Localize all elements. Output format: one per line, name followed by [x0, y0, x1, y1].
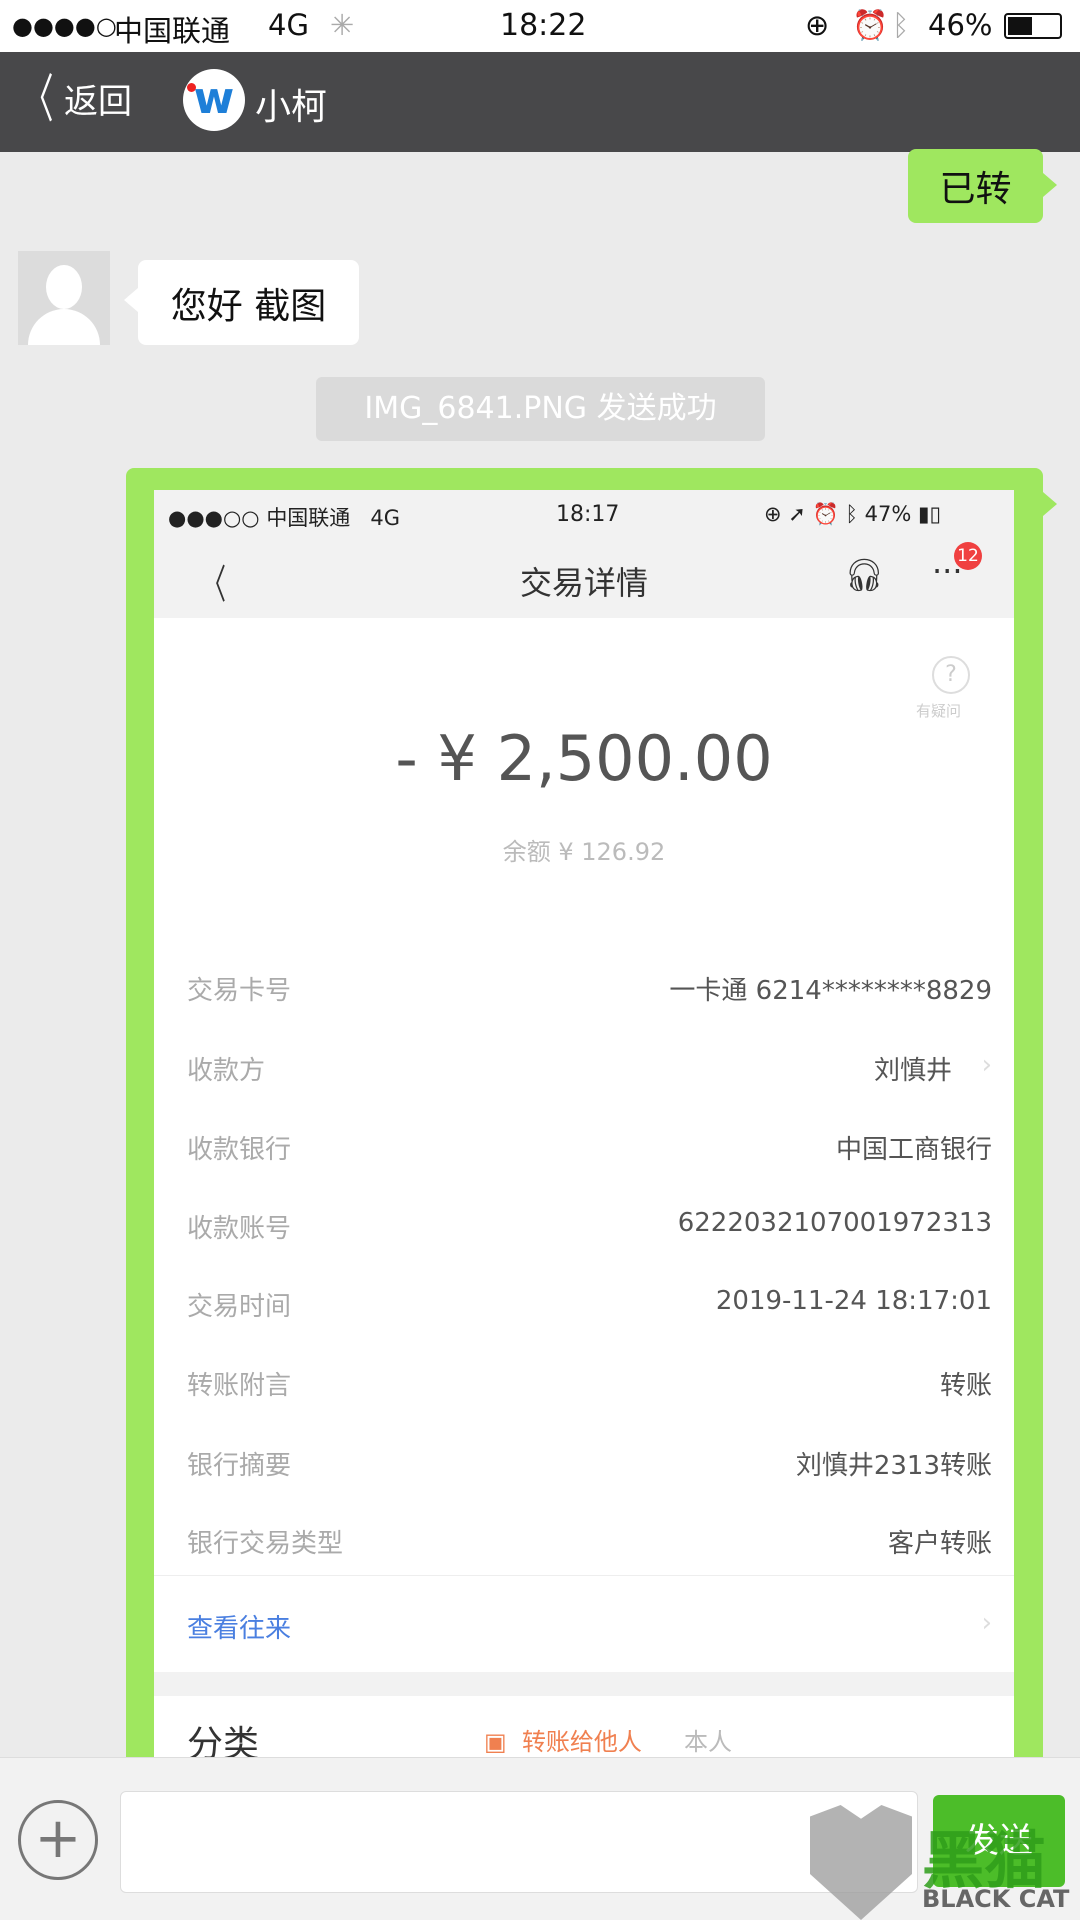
- detail-row: 收款账号 6222032107001972313: [187, 1208, 992, 1244]
- system-message: IMG_6841.PNG 发送成功: [316, 377, 765, 441]
- detail-row: 银行交易类型 客户转账: [187, 1529, 992, 1559]
- message-bubble-sent[interactable]: 已转: [908, 149, 1057, 223]
- chevron-left-icon: 〈: [22, 70, 54, 130]
- status-bar: ●●●●○ 中国联通 4G ✳ 18:22 ⊕ ⏰ ᛒ 46%: [0, 0, 1080, 52]
- image-transaction-screenshot[interactable]: ●●●○○ 中国联通 4G 18:17 ⊕ ➚ ⏰ ᛒ 47% ▮▯ 〈 交易详…: [154, 490, 1014, 1760]
- time: 18:22: [500, 8, 587, 43]
- notification-badge: 12: [954, 542, 982, 570]
- bluetooth-icon: ᛒ: [892, 8, 910, 42]
- message-input[interactable]: [120, 1791, 918, 1893]
- plus-button[interactable]: +: [18, 1800, 98, 1880]
- battery-percent: 46%: [928, 8, 993, 42]
- alarm-icon: ⏰: [852, 8, 889, 42]
- detail-row: 转账附言 转账: [187, 1371, 992, 1401]
- message-text: 您好 截图: [170, 285, 327, 327]
- headset-icon: 🎧︎: [844, 556, 885, 594]
- battery-icon: [1004, 13, 1062, 39]
- back-label: 返回: [64, 82, 133, 122]
- detail-row-payee[interactable]: 收款方 刘慎井 ›: [187, 1050, 992, 1090]
- chevron-right-icon: ›: [981, 1050, 992, 1080]
- category-value[interactable]: ▣ 转账给他人: [484, 1722, 642, 1757]
- message-text: 已转: [939, 169, 1012, 210]
- inner-status-right: ⊕ ➚ ⏰ ᛒ 47% ▮▯: [764, 502, 942, 526]
- help-icon: ?: [932, 656, 970, 694]
- category-extra: 本人: [684, 1728, 732, 1756]
- history-link[interactable]: 查看往来 ›: [187, 1608, 992, 1648]
- watermark-text-en: BLACK CAT: [922, 1885, 1070, 1913]
- category-label: 分类: [187, 1724, 260, 1760]
- contact-name: 小柯: [255, 87, 328, 128]
- detail-row: 收款银行 中国工商银行: [187, 1135, 992, 1165]
- amount: - ¥ 2,500.00: [395, 722, 773, 795]
- contact-avatar-logo: w: [183, 69, 245, 131]
- detail-row: 银行摘要 刘慎井2313转账: [187, 1451, 992, 1481]
- message-bubble-received[interactable]: 您好 截图: [124, 260, 359, 345]
- rotation-lock-icon: ⊕: [805, 8, 830, 42]
- carrier: 中国联通: [114, 14, 231, 48]
- chevron-right-icon: ›: [981, 1608, 992, 1638]
- help-label: 有疑问: [916, 702, 962, 720]
- back-button[interactable]: 〈 返回: [12, 72, 132, 132]
- inner-status-left: ●●●○○ 中国联通 4G: [168, 506, 400, 530]
- inner-time: 18:17: [556, 502, 620, 527]
- detail-row: 交易卡号 一卡通 6214********8829: [187, 976, 992, 1006]
- detail-row: 交易时间 2019-11-24 18:17:01: [187, 1286, 992, 1322]
- signal-icon: ●●●●○: [12, 12, 117, 40]
- balance: 余额 ¥ 126.92: [502, 838, 666, 866]
- avatar[interactable]: [18, 251, 110, 345]
- inner-title: 交易详情: [519, 564, 648, 602]
- nav-bar: 〈 返回 w 小柯: [0, 52, 1080, 152]
- input-bar: + 发送: [0, 1757, 1080, 1920]
- loading-icon: ✳: [330, 8, 355, 42]
- network: 4G: [268, 8, 309, 42]
